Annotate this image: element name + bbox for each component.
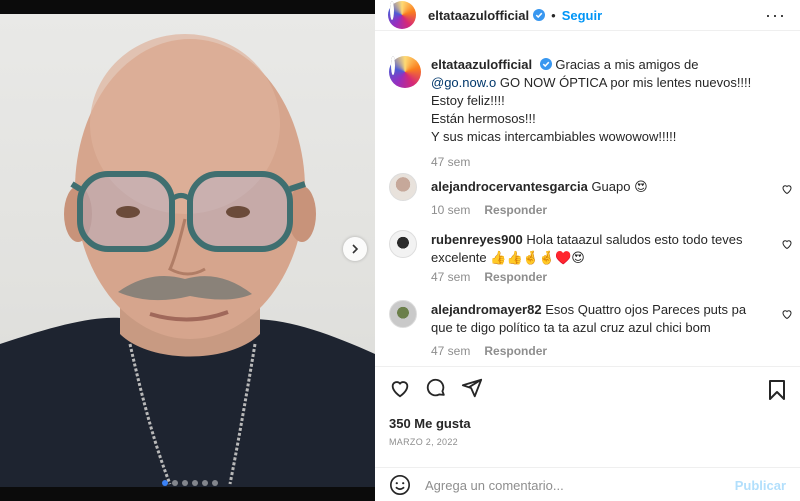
verified-badge-icon: [533, 9, 546, 21]
reply-button[interactable]: Responder: [484, 270, 547, 284]
comment-text: alejandrocervantesgarcia Guapo 😍: [431, 173, 760, 196]
like-comment-heart-icon[interactable]: [781, 238, 793, 250]
comment-username[interactable]: alejandromayer82: [431, 302, 542, 317]
post-side-panel: eltataazulofficial • Seguir ··· eltataaz…: [375, 0, 800, 501]
like-comment-heart-icon[interactable]: [781, 308, 793, 320]
post-date: MARZO 2, 2022: [389, 437, 458, 447]
comment-text: rubenreyes900 Hola tataazul saludos esto…: [431, 230, 760, 267]
comment-text: alejandromayer82 Esos Quattro ojos Parec…: [431, 300, 760, 337]
comment-avatar[interactable]: [389, 230, 417, 258]
comment-meta: 47 sem Responder: [431, 270, 760, 284]
comment-row: rubenreyes900 Hola tataazul saludos esto…: [375, 230, 800, 284]
post-actions: 350 Me gusta MARZO 2, 2022 Publicar: [375, 366, 800, 501]
carousel-next-button[interactable]: [343, 237, 367, 261]
caption-line2: Estoy feliz!!!!: [431, 93, 505, 108]
comment-row: alejandrocervantesgarcia Guapo 😍 10 sem R…: [375, 173, 800, 217]
comment-meta: 10 sem Responder: [431, 203, 760, 217]
post-photo[interactable]: [0, 14, 375, 487]
caption-line3: Están hermosos!!!: [431, 111, 536, 126]
post-media: [0, 0, 375, 501]
author-avatar[interactable]: [388, 1, 416, 29]
caption-text: eltataazulofficial Gracias a mis amigos …: [431, 56, 760, 146]
verified-badge-icon: [539, 58, 552, 70]
carousel-dot: [172, 480, 178, 486]
chevron-right-icon: [352, 244, 359, 254]
comments-list[interactable]: eltataazulofficial Gracias a mis amigos …: [375, 43, 800, 365]
comment-time: 10 sem: [431, 203, 471, 217]
instagram-post-modal: eltataazulofficial • Seguir ··· eltataaz…: [0, 0, 800, 501]
add-comment-bar: Publicar: [375, 467, 800, 501]
emoji-icon[interactable]: [389, 474, 411, 496]
header-separator: •: [551, 7, 556, 23]
likes-count[interactable]: 350 Me gusta: [389, 416, 471, 431]
comment-meta: 47 sem Responder: [431, 344, 760, 358]
carousel-dot: [182, 480, 188, 486]
like-comment-heart-icon[interactable]: [781, 183, 793, 195]
author-username[interactable]: eltataazulofficial: [428, 8, 529, 23]
reply-button[interactable]: Responder: [484, 344, 547, 358]
more-options-icon[interactable]: ···: [765, 6, 786, 24]
comment-username[interactable]: rubenreyes900: [431, 232, 523, 247]
comment-time: 47 sem: [431, 344, 471, 358]
caption-line1-suffix: GO NOW ÓPTICA por mis lentes nuevos!!!!: [496, 75, 752, 90]
comment-input[interactable]: [425, 477, 735, 493]
action-icons: [389, 377, 483, 399]
comment-avatar[interactable]: [389, 173, 417, 201]
caption-row: eltataazulofficial Gracias a mis amigos …: [375, 56, 800, 169]
caption-line4: Y sus micas intercambiables wowowow!!!!!: [431, 129, 677, 144]
comment-row: alejandromayer82 Esos Quattro ojos Parec…: [375, 300, 800, 358]
save-bookmark-icon[interactable]: [767, 379, 787, 401]
reply-button[interactable]: Responder: [484, 203, 547, 217]
portrait-image: [0, 34, 375, 487]
comment-body: Guapo 😍: [591, 179, 648, 194]
comment-username[interactable]: alejandrocervantesgarcia: [431, 179, 588, 194]
caption-line1-prefix: Gracias a mis amigos de: [555, 57, 699, 72]
carousel-dot: [212, 480, 218, 486]
comment-icon[interactable]: [425, 377, 447, 399]
publish-button[interactable]: Publicar: [735, 478, 786, 493]
like-heart-icon[interactable]: [389, 377, 411, 399]
caption-meta: 47 sem: [431, 155, 760, 169]
post-header: eltataazulofficial • Seguir ···: [375, 0, 800, 31]
carousel-dot: [162, 480, 168, 486]
carousel-dot: [202, 480, 208, 486]
follow-button[interactable]: Seguir: [562, 8, 602, 23]
caption-time: 47 sem: [431, 155, 471, 169]
comment-time: 47 sem: [431, 270, 471, 284]
caption-avatar[interactable]: [389, 56, 421, 88]
comment-avatar[interactable]: [389, 300, 417, 328]
carousel-dot: [192, 480, 198, 486]
caption-username[interactable]: eltataazulofficial: [431, 57, 532, 72]
carousel-indicator: [162, 480, 218, 486]
caption-mention[interactable]: @go.now.o: [431, 75, 496, 90]
share-send-icon[interactable]: [461, 377, 483, 399]
